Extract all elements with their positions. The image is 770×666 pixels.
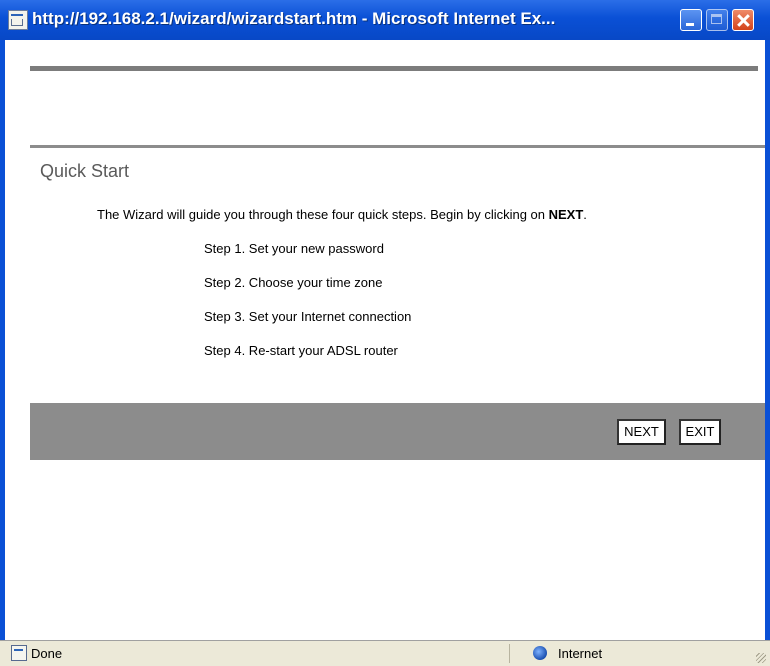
header-divider [30, 66, 758, 71]
status-bar: Done Internet [0, 640, 770, 666]
intro-text: The Wizard will guide you through these … [97, 207, 587, 222]
internet-globe-icon [533, 646, 547, 660]
minimize-button[interactable] [680, 9, 702, 31]
maximize-button[interactable] [706, 9, 728, 31]
window-title: http://192.168.2.1/wizard/wizardstart.ht… [32, 9, 556, 28]
intro-text-main: The Wizard will guide you through these … [97, 207, 549, 222]
intro-text-next: NEXT [548, 207, 584, 222]
intro-text-end: . [583, 207, 587, 222]
title-bar[interactable]: http://192.168.2.1/wizard/wizardstart.ht… [0, 0, 770, 41]
step-3: Step 3. Set your Internet connection [204, 309, 412, 324]
section-divider [30, 145, 765, 148]
close-button[interactable] [732, 9, 754, 31]
exit-button[interactable]: EXIT [679, 419, 721, 445]
step-4: Step 4. Re-start your ADSL router [204, 343, 398, 358]
status-divider [509, 644, 510, 663]
page-title: Quick Start [40, 161, 130, 181]
page-content: Quick Start The Wizard will guide you th… [5, 40, 765, 640]
security-zone: Internet [558, 646, 603, 661]
window-frame-right [765, 40, 770, 640]
status-text: Done [31, 646, 63, 661]
page-done-icon [11, 645, 27, 661]
next-button[interactable]: NEXT [617, 419, 666, 445]
resize-grip[interactable] [756, 653, 766, 663]
step-2: Step 2. Choose your time zone [204, 275, 383, 290]
step-1: Step 1. Set your new password [204, 241, 384, 256]
page-icon [8, 10, 28, 30]
button-bar: NEXT EXIT [30, 403, 765, 460]
